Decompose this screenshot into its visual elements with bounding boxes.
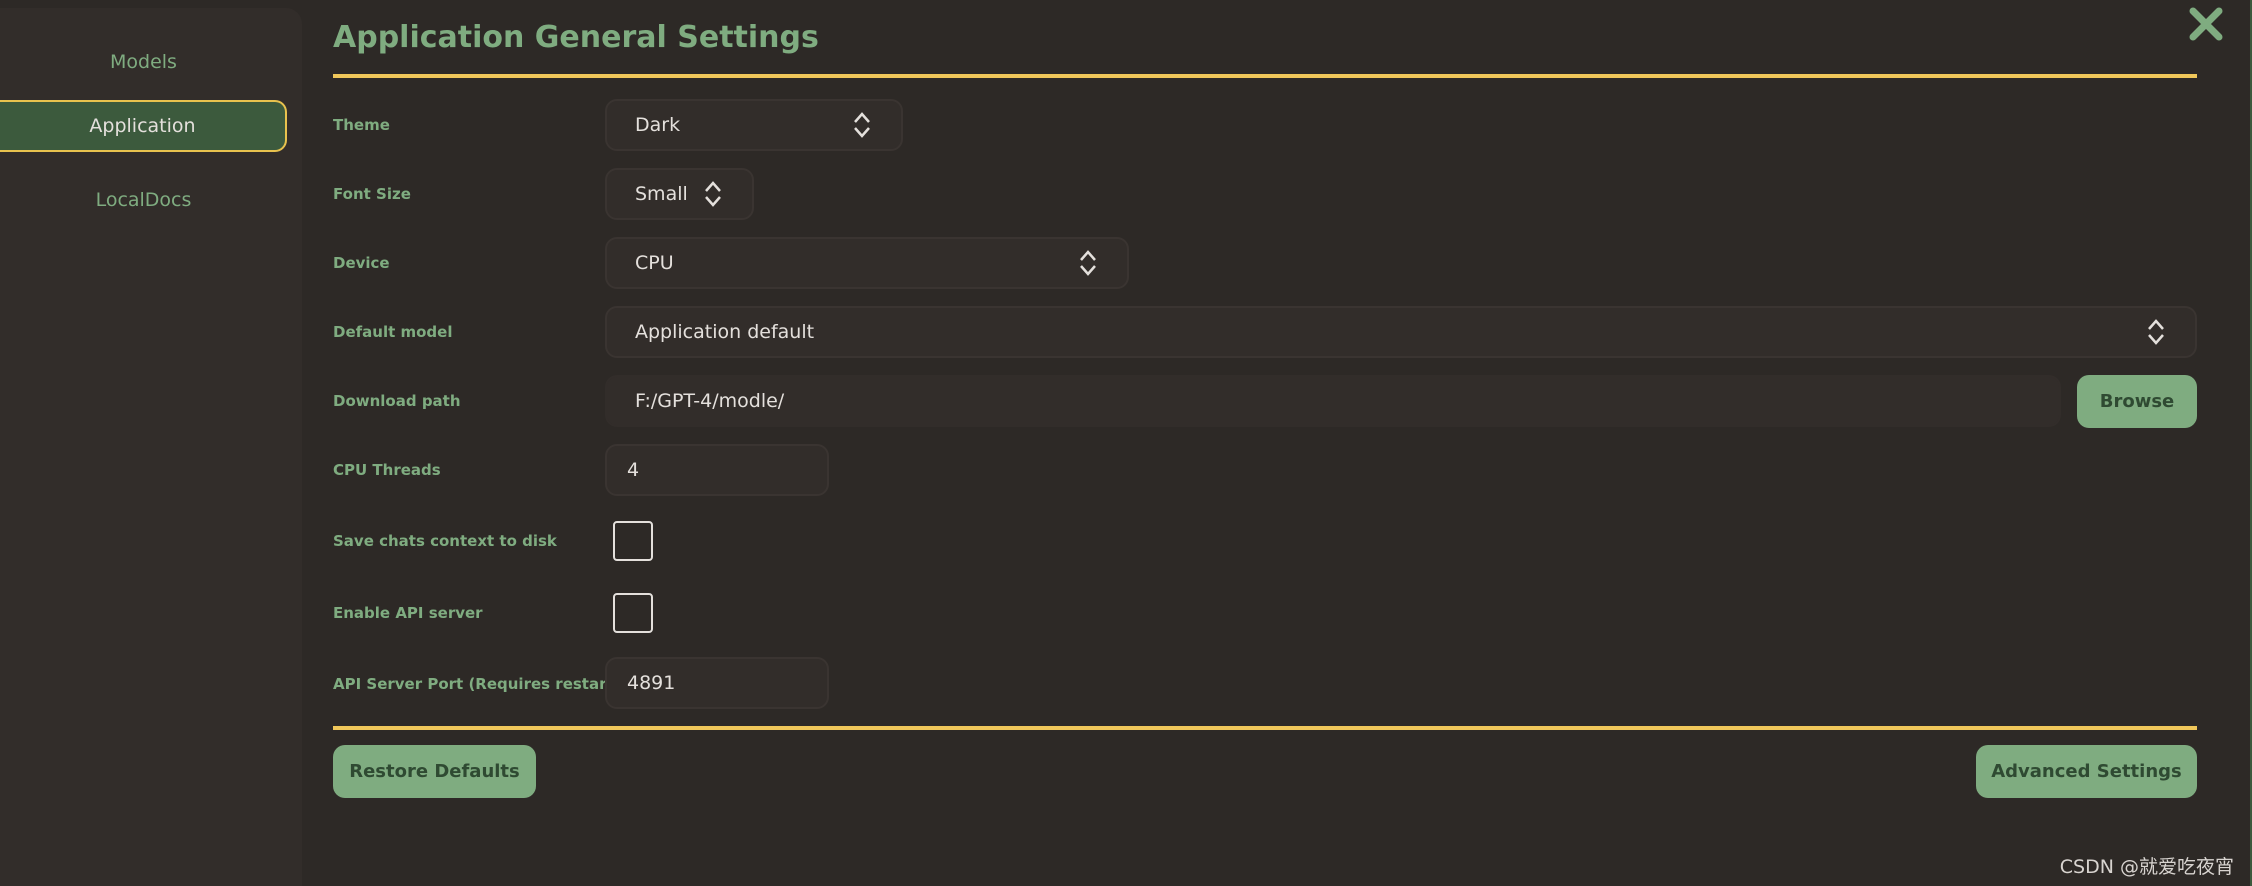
download-path-input[interactable]: F:/GPT-4/modle/ [605, 375, 2061, 427]
restore-defaults-button[interactable]: Restore Defaults [333, 745, 536, 798]
device-select[interactable]: CPU [605, 237, 1129, 289]
enable-api-checkbox[interactable] [613, 593, 653, 633]
cpu-threads-label: CPU Threads [333, 461, 441, 479]
device-value: CPU [635, 252, 674, 274]
cpu-threads-value: 4 [627, 459, 640, 481]
default-model-value: Application default [635, 321, 815, 343]
api-port-value: 4891 [627, 672, 676, 694]
theme-select[interactable]: Dark [605, 99, 903, 151]
download-path-label: Download path [333, 392, 461, 410]
font-size-label: Font Size [333, 185, 411, 203]
save-chats-label: Save chats context to disk [333, 532, 557, 550]
up-down-chevron-icon [2148, 319, 2164, 345]
up-down-chevron-icon [705, 181, 721, 207]
theme-value: Dark [635, 114, 681, 136]
font-size-value: Small [635, 183, 688, 205]
watermark: CSDN @就爱吃夜宵 [2059, 856, 2234, 878]
cpu-threads-input[interactable]: 4 [605, 444, 829, 496]
download-path-value: F:/GPT-4/modle/ [635, 390, 785, 412]
api-port-label: API Server Port (Requires restart): [333, 675, 627, 693]
top-divider [333, 74, 2197, 78]
close-icon[interactable] [2188, 6, 2224, 42]
bottom-divider [333, 726, 2197, 730]
device-label: Device [333, 254, 390, 272]
theme-label: Theme [333, 116, 390, 134]
advanced-settings-button[interactable]: Advanced Settings [1976, 745, 2197, 798]
sidebar-item-application[interactable]: Application [0, 100, 287, 152]
sidebar: Models Application LocalDocs [0, 8, 302, 886]
default-model-label: Default model [333, 323, 453, 341]
browse-button[interactable]: Browse [2077, 375, 2197, 428]
default-model-select[interactable]: Application default [605, 306, 2197, 358]
save-chats-checkbox[interactable] [613, 521, 653, 561]
font-size-select[interactable]: Small [605, 168, 754, 220]
up-down-chevron-icon [854, 112, 870, 138]
enable-api-label: Enable API server [333, 604, 483, 622]
api-port-input[interactable]: 4891 [605, 657, 829, 709]
up-down-chevron-icon [1080, 250, 1096, 276]
sidebar-item-models[interactable]: Models [0, 36, 287, 88]
sidebar-item-localdocs[interactable]: LocalDocs [0, 174, 287, 226]
page-title: Application General Settings [333, 20, 819, 55]
